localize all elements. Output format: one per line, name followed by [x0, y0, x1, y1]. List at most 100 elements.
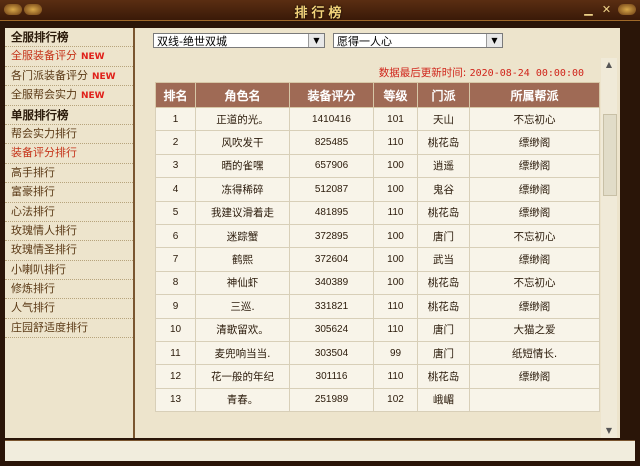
sidebar-item[interactable]: 全服帮会实力 NEW [5, 86, 133, 106]
guild-cell: 不忘初心 [469, 270, 600, 296]
level-cell: 102 [373, 387, 418, 413]
level-cell: 110 [373, 200, 418, 225]
level-cell: 100 [373, 177, 418, 202]
name-cell: 神仙虾 [195, 270, 290, 296]
level-cell: 100 [373, 153, 418, 179]
sidebar-item[interactable]: 全服装备评分 NEW [5, 47, 133, 67]
guild-cell: 缥缈阁 [469, 177, 600, 202]
sect-cell: 桃花岛 [417, 200, 470, 225]
server-select[interactable]: 双线-绝世双城 ▼ [153, 33, 325, 48]
world-select[interactable]: 愿得一人心 ▼ [333, 33, 503, 48]
table-row[interactable]: 4 冻得稀碎 512087 100 鬼谷 缥缈阁 [155, 177, 600, 202]
score-cell: 657906 [289, 153, 374, 179]
arrow-up-icon[interactable]: ▲ [601, 58, 617, 72]
sidebar-item[interactable]: 各门派装备评分 NEW [5, 67, 133, 87]
new-badge: NEW [81, 52, 105, 63]
score-cell: 372604 [289, 247, 374, 272]
guild-cell: 缥缈阁 [469, 294, 600, 319]
sect-cell: 武当 [417, 247, 470, 272]
world-select-value: 愿得一人心 [337, 35, 392, 48]
rank-cell: 9 [155, 294, 196, 319]
sidebar-section-header: 全服排行榜 [5, 28, 133, 48]
rank-cell: 8 [155, 270, 196, 296]
table-row[interactable]: 12 花一般的年纪 301116 110 桃花岛 缥缈阁 [155, 364, 600, 389]
guild-cell [469, 387, 600, 413]
sidebar-item[interactable]: 高手排行 [5, 164, 133, 184]
close-icon[interactable]: ✕ [599, 3, 614, 17]
sect-cell: 桃花岛 [417, 130, 470, 155]
table-row[interactable]: 10 清歌留欢。 305624 110 唐门 大猫之爱 [155, 317, 600, 342]
table-row[interactable]: 8 神仙虾 340389 100 桃花岛 不忘初心 [155, 270, 600, 296]
table-row[interactable]: 2 风吹发干 825485 110 桃花岛 缥缈阁 [155, 130, 600, 155]
level-cell: 110 [373, 130, 418, 155]
column-header[interactable]: 等级 [373, 82, 418, 108]
sidebar-item[interactable]: 修炼排行 [5, 280, 133, 300]
score-cell: 825485 [289, 130, 374, 155]
table-row[interactable]: 6 迷踪蟹 372895 100 唐门 不忘初心 [155, 223, 600, 249]
sidebar-item[interactable]: 玫瑰情圣排行 [5, 241, 133, 261]
sidebar-item-label: 全服排行榜 [11, 30, 69, 44]
sidebar: 全服排行榜 全服装备评分 NEW 各门派装备评分 NEW 全服帮会实力 NEW 单服排行榜 帮会… [5, 28, 135, 438]
new-badge: NEW [92, 71, 116, 82]
server-select-value: 双线-绝世双城 [157, 35, 227, 48]
sidebar-item[interactable]: 小喇叭排行 [5, 261, 133, 281]
sidebar-item-label: 庄园舒适度排行 [11, 320, 88, 334]
rank-cell: 2 [155, 130, 196, 155]
guild-cell: 缥缈阁 [469, 153, 600, 179]
window-frame: 排行榜 ▁ ✕ 全服排行榜 全服装备评分 NEW 各门派装备评分 NEW 全服帮会实力 NE… [0, 0, 640, 466]
table-row[interactable]: 11 麦兜响当当. 303504 99 唐门 纸短情长. [155, 340, 600, 366]
scrollbar[interactable]: ▲ ▼ [601, 58, 617, 438]
name-cell: 正道的光。 [195, 106, 290, 132]
table-row[interactable]: 3 晒的雀嘿 657906 100 逍遥 缥缈阁 [155, 153, 600, 179]
sidebar-item[interactable]: 心法排行 [5, 203, 133, 222]
guild-cell: 缥缈阁 [469, 130, 600, 155]
sidebar-item-label: 玫瑰情圣排行 [11, 243, 77, 257]
column-header[interactable]: 排名 [155, 82, 196, 108]
chevron-down-icon[interactable]: ▼ [486, 34, 502, 47]
rank-cell: 11 [155, 340, 196, 366]
guild-cell: 纸短情长. [469, 340, 600, 366]
table-row[interactable]: 9 三巡. 331821 110 桃花岛 缥缈阁 [155, 294, 600, 319]
table-row[interactable]: 13 青春。 251989 102 峨嵋 [155, 387, 600, 413]
bottom-bar [5, 440, 635, 461]
scrollbar-thumb[interactable] [603, 114, 617, 196]
table-row[interactable]: 5 我建议滑着走 481895 110 桃花岛 缥缈阁 [155, 200, 600, 225]
sect-cell: 唐门 [417, 317, 470, 342]
score-cell: 1410416 [289, 106, 374, 132]
sect-cell: 鬼谷 [417, 177, 470, 202]
sidebar-item-label: 富豪排行 [11, 185, 55, 199]
name-cell: 迷踪蟹 [195, 223, 290, 249]
minimize-icon[interactable]: ▁ [581, 3, 596, 17]
sect-cell: 逍遥 [417, 153, 470, 179]
table-body: 1 正道的光。 1410416 101 天山 不忘初心 2 风吹发干 825485 110 桃花岛缥… [155, 106, 600, 413]
table-row[interactable]: 7 鹤熙 372604 100 武当 缥缈阁 [155, 247, 600, 272]
sect-cell: 唐门 [417, 223, 470, 249]
column-header[interactable]: 角色名 [195, 82, 290, 108]
name-cell: 风吹发干 [195, 130, 290, 155]
update-time: 数据最后更新时间: 2020-08-24 00:00:00 [379, 65, 584, 80]
level-cell: 110 [373, 364, 418, 389]
column-header[interactable]: 门派 [417, 82, 470, 108]
chevron-down-icon[interactable]: ▼ [308, 34, 324, 47]
sidebar-item[interactable]: 人气排行 [5, 299, 133, 319]
sidebar-item-label: 玫瑰情人排行 [11, 223, 77, 237]
arrow-down-icon[interactable]: ▼ [601, 424, 617, 438]
guild-cell: 缥缈阁 [469, 364, 600, 389]
name-cell: 麦兜响当当. [195, 340, 290, 366]
score-cell: 303504 [289, 340, 374, 366]
name-cell: 鹤熙 [195, 247, 290, 272]
sidebar-item[interactable]: 庄园舒适度排行 [5, 319, 133, 339]
rank-cell: 3 [155, 153, 196, 179]
sidebar-item[interactable]: 玫瑰情人排行 [5, 222, 133, 242]
column-header[interactable]: 装备评分 [289, 82, 374, 108]
main-panel: 双线-绝世双城 ▼ 愿得一人心 ▼ 数据最后更新时间: 2020-08-24 0… [135, 28, 620, 438]
table-header-row: 排名 角色名 装备评分 等级 门派 所属帮派 [155, 82, 600, 108]
new-badge: NEW [81, 91, 105, 102]
column-header[interactable]: 所属帮派 [469, 82, 600, 108]
update-label: 数据最后更新时间: [378, 67, 467, 79]
guild-cell: 缥缈阁 [469, 247, 600, 272]
sidebar-item[interactable]: 帮会实力排行 [5, 125, 133, 145]
sidebar-item[interactable]: 装备评分排行 [5, 144, 133, 164]
sidebar-item[interactable]: 富豪排行 [5, 183, 133, 203]
table-row[interactable]: 1 正道的光。 1410416 101 天山 不忘初心 [155, 106, 600, 132]
